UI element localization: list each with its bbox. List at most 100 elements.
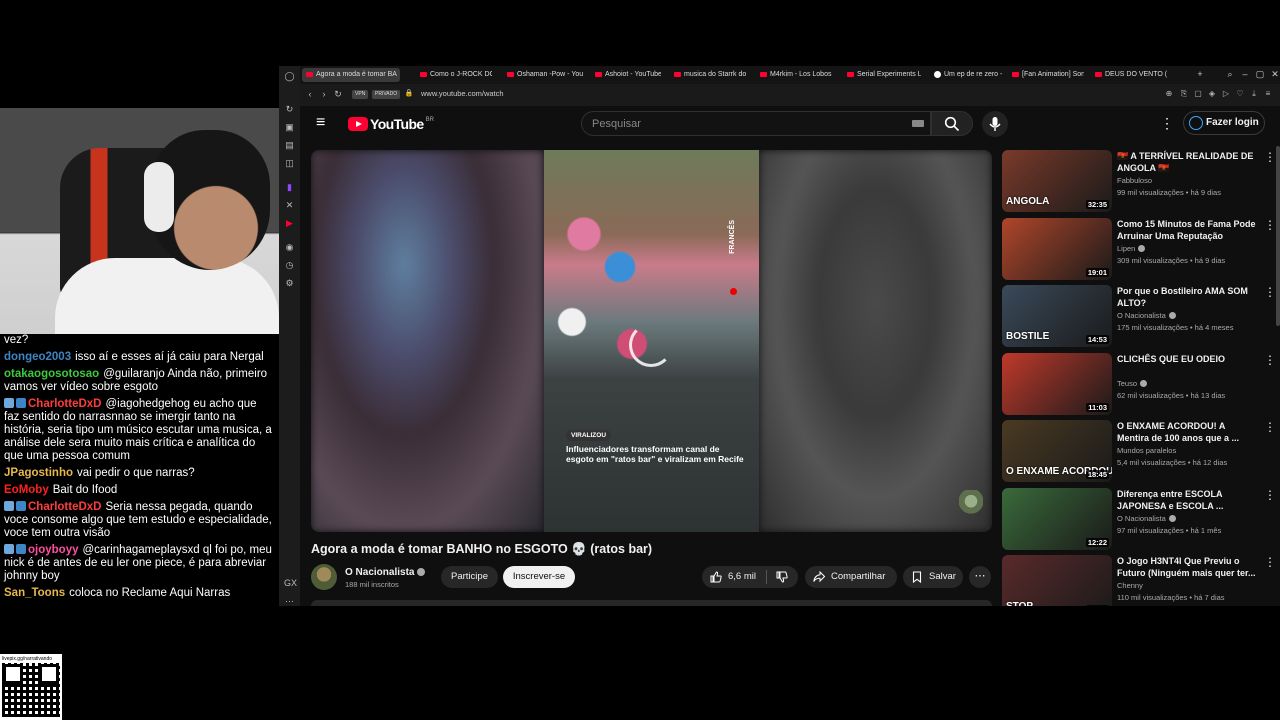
channel-name[interactable]: O Nacionalista xyxy=(345,567,426,578)
browser-tab[interactable]: Oshaman -Pow - You xyxy=(503,68,583,82)
keyboard-icon[interactable] xyxy=(912,120,924,127)
reload-icon[interactable]: ↻ xyxy=(333,89,343,99)
bookmark-icon[interactable]: ⎘ xyxy=(1179,89,1189,99)
recommended-channel-name[interactable]: O Nacionalista xyxy=(1117,514,1166,523)
twitch-icon[interactable]: ▮ xyxy=(284,182,295,193)
dislike-button[interactable] xyxy=(767,566,798,588)
sign-in-button[interactable]: Fazer login xyxy=(1183,111,1265,135)
recommended-video[interactable]: STOP 21:25 O Jogo H3NT4I Que Previu o Futu… xyxy=(1002,555,1280,606)
player-icon[interactable]: ◉ xyxy=(284,242,295,253)
recommended-channel-name[interactable]: Fabbuloso xyxy=(1117,176,1152,185)
channel-name-text[interactable]: O Nacionalista xyxy=(345,567,414,578)
recommended-title[interactable]: Como 15 Minutos de Fama Pode Arruinar Um… xyxy=(1117,218,1257,242)
recommended-title[interactable]: Por que o Bostileiro AMA SOM ALTO? xyxy=(1117,285,1257,309)
search-input[interactable] xyxy=(582,112,892,135)
video-options-icon[interactable]: ⋮ xyxy=(1264,285,1276,299)
subscribe-button[interactable]: Inscrever-se xyxy=(503,566,575,588)
browser-tab[interactable]: Um ep de re zero - P xyxy=(930,68,1002,82)
close-window-icon[interactable]: ✕ xyxy=(1270,69,1280,79)
back-icon[interactable]: ‹ xyxy=(305,89,315,99)
video-options-icon[interactable]: ⋮ xyxy=(1264,420,1276,434)
page-scrollbar[interactable] xyxy=(1276,146,1280,326)
recommended-channel[interactable]: O Nacionalista xyxy=(1117,311,1176,320)
recommended-channel[interactable]: Lipen xyxy=(1117,244,1146,253)
video-options-icon[interactable]: ⋮ xyxy=(1264,488,1276,502)
recommended-video[interactable]: ANGOLA 32:35 🇦🇴 A TERRÍVEL REALIDADE DE AN… xyxy=(1002,150,1280,214)
recommended-title[interactable]: Diferença entre ESCOLA JAPONESA e ESCOLA… xyxy=(1117,488,1257,512)
hamburger-menu-icon[interactable]: ≡ xyxy=(316,115,332,131)
discord-icon[interactable]: ▤ xyxy=(284,140,295,151)
recommended-channel-name[interactable]: O Nacionalista xyxy=(1117,311,1166,320)
chat-username[interactable]: San_Toons xyxy=(4,587,65,599)
channel-avatar[interactable] xyxy=(311,564,337,590)
video-thumbnail[interactable]: ANGOLA 32:35 xyxy=(1002,150,1112,212)
browser-tab[interactable]: musica do Starrk do xyxy=(670,68,748,82)
snapshot-icon[interactable]: ▢ xyxy=(1193,89,1203,99)
channel-watermark[interactable] xyxy=(959,490,983,518)
join-button[interactable]: Participe xyxy=(441,566,498,588)
chat-username[interactable]: ojoyboyy xyxy=(28,544,78,556)
youtube-logo[interactable]: YouTube BR xyxy=(348,115,434,133)
more-icon[interactable]: ⋯ xyxy=(284,596,295,606)
video-thumbnail[interactable]: 19:01 xyxy=(1002,217,1112,280)
browser-tab[interactable]: Como o J-ROCK DO xyxy=(416,68,492,82)
video-player[interactable]: FRANCÊS VIRALIZOU Influenciadores transf… xyxy=(311,150,992,532)
chat-username[interactable]: CharlotteDxD xyxy=(28,398,101,410)
recommended-title[interactable]: 🇦🇴 A TERRÍVEL REALIDADE DE ANGOLA 🇦🇴 xyxy=(1117,150,1257,174)
browser-tab[interactable]: Agora a moda é tomar BA xyxy=(302,68,400,82)
recommended-video[interactable]: BOSTILE 14:53 Por que o Bostileiro AMA SOM… xyxy=(1002,285,1280,349)
chat-app-icon[interactable]: ◫ xyxy=(284,158,295,169)
search-button[interactable] xyxy=(931,111,973,136)
video-thumbnail[interactable]: O ENXAME ACORDOU 18:45 xyxy=(1002,420,1112,482)
chat-username[interactable]: otakaogosotosao xyxy=(4,368,99,380)
settings-icon[interactable]: ⚙ xyxy=(284,278,295,289)
recommended-video[interactable]: 12:22 Diferença entre ESCOLA JAPONESA e E… xyxy=(1002,487,1280,552)
voice-search-button[interactable] xyxy=(982,111,1008,137)
play-icon[interactable]: ▷ xyxy=(1221,89,1231,99)
heart-icon[interactable]: ♡ xyxy=(1235,89,1245,99)
recommended-channel[interactable]: Teuso xyxy=(1117,379,1148,388)
recommended-channel[interactable]: Mundos paralelos xyxy=(1117,446,1176,455)
youtube-sidebar-icon[interactable]: ▶ xyxy=(284,218,295,229)
video-options-icon[interactable]: ⋮ xyxy=(1264,150,1276,164)
search-tabs-icon[interactable]: ⌕ xyxy=(1225,69,1235,79)
menu-icon[interactable]: ≡ xyxy=(1263,89,1273,99)
video-options-icon[interactable]: ⋮ xyxy=(1264,555,1276,569)
recommended-channel-name[interactable]: Mundos paralelos xyxy=(1117,446,1176,455)
recommended-video[interactable]: 11:03 CLICHÊS QUE EU ODEIO Teuso 62 mil vis… xyxy=(1002,352,1280,417)
video-thumbnail[interactable]: BOSTILE 14:53 xyxy=(1002,285,1112,347)
shield-icon[interactable]: ◈ xyxy=(1207,89,1217,99)
recommended-video[interactable]: 19:01 Como 15 Minutos de Fama Pode Arruin… xyxy=(1002,217,1280,282)
browser-tab[interactable]: Ashoiot - YouTube xyxy=(591,68,661,82)
browser-tab[interactable]: M4rkim - Los Lobos xyxy=(756,68,834,82)
save-button[interactable]: Salvar xyxy=(903,566,963,588)
forward-icon[interactable]: › xyxy=(319,89,329,99)
recommended-title[interactable]: CLICHÊS QUE EU ODEIO xyxy=(1117,353,1257,365)
url-text[interactable]: www.youtube.com/watch xyxy=(421,89,504,98)
video-options-icon[interactable]: ⋮ xyxy=(1264,218,1276,232)
maximize-icon[interactable]: ▢ xyxy=(1255,69,1265,79)
video-thumbnail[interactable]: 11:03 xyxy=(1002,352,1112,415)
minimize-icon[interactable]: – xyxy=(1240,69,1250,79)
recommended-title[interactable]: O Jogo H3NT4I Que Previu o Futuro (Ningu… xyxy=(1117,555,1257,579)
recommended-channel[interactable]: O Nacionalista xyxy=(1117,514,1176,523)
video-options-icon[interactable]: ⋮ xyxy=(1264,353,1276,367)
chat-username[interactable]: CharlotteDxD xyxy=(28,501,101,513)
recommended-channel-name[interactable]: Teuso xyxy=(1117,379,1137,388)
history-icon[interactable]: ↻ xyxy=(284,104,295,115)
store-icon[interactable]: ▣ xyxy=(284,122,295,133)
new-tab-icon[interactable]: + xyxy=(1195,69,1205,79)
x-icon[interactable]: ✕ xyxy=(284,200,295,211)
recommended-video[interactable]: O ENXAME ACORDOU 18:45 O ENXAME ACORDOU! A… xyxy=(1002,420,1280,484)
chat-username[interactable]: dongeo2003 xyxy=(4,351,71,363)
share-button[interactable]: Compartilhar xyxy=(805,566,897,588)
browser-tab[interactable]: Serial Experiments La xyxy=(843,68,921,82)
recommended-channel-name[interactable]: Lipen xyxy=(1117,244,1135,253)
recommended-title[interactable]: O ENXAME ACORDOU! A Mentira de 100 anos … xyxy=(1117,420,1257,444)
recommended-channel[interactable]: Chenny xyxy=(1117,581,1143,590)
lock-icon[interactable]: 🔒 xyxy=(404,89,414,99)
clock-icon[interactable]: ◷ xyxy=(284,260,295,271)
chat-username[interactable]: JPagostinho xyxy=(4,467,73,479)
browser-tab[interactable]: [Fan Animation] Soni xyxy=(1008,68,1084,82)
vpn-badge[interactable]: VPN xyxy=(352,90,369,99)
